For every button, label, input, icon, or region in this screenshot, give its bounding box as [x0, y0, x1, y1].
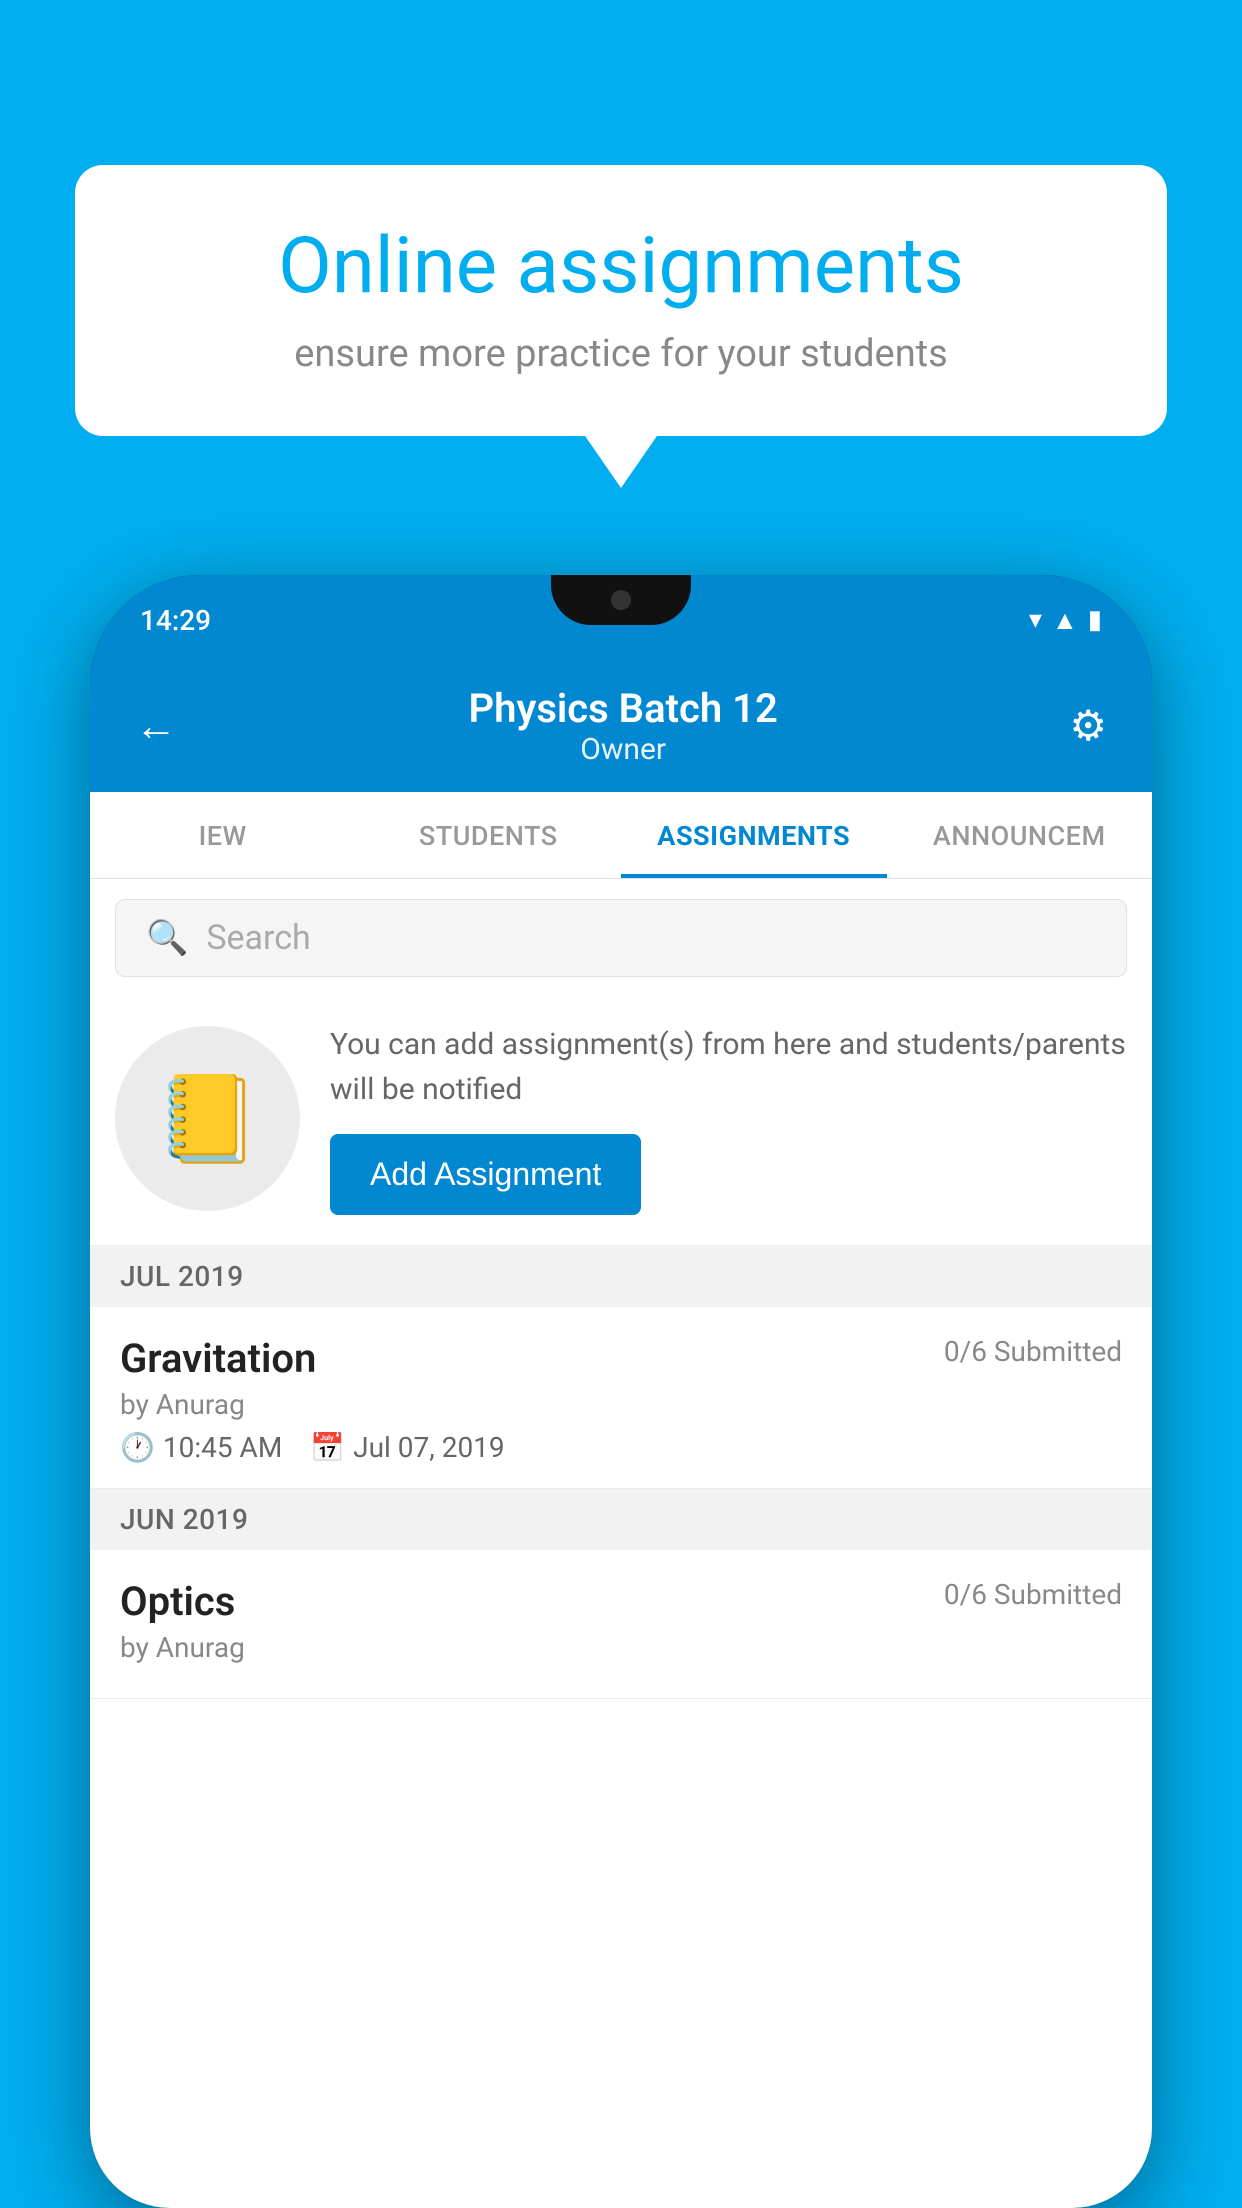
- time-group: 🕐 10:45 AM: [120, 1431, 282, 1464]
- bubble-subtitle: ensure more practice for your students: [140, 332, 1102, 376]
- signal-icon: ▲: [1052, 605, 1078, 636]
- assignment-date-gravitation: Jul 07, 2019: [353, 1431, 505, 1464]
- assignment-item-gravitation[interactable]: Gravitation 0/6 Submitted by Anurag 🕐 10…: [90, 1307, 1152, 1489]
- settings-icon[interactable]: ⚙: [1069, 701, 1107, 751]
- assignment-submitted-gravitation: 0/6 Submitted: [944, 1335, 1122, 1368]
- assignment-item-optics[interactable]: Optics 0/6 Submitted by Anurag: [90, 1550, 1152, 1699]
- assignment-meta-gravitation: 🕐 10:45 AM 📅 Jul 07, 2019: [120, 1431, 1122, 1464]
- calendar-icon: 📅: [310, 1431, 345, 1464]
- bubble-title: Online assignments: [140, 220, 1102, 314]
- search-bar[interactable]: 🔍 Search: [115, 899, 1127, 977]
- back-button[interactable]: ←: [135, 702, 177, 751]
- battery-icon: ▮: [1088, 605, 1102, 635]
- assignment-time-gravitation: 10:45 AM: [163, 1431, 282, 1464]
- assignment-row1-optics: Optics 0/6 Submitted: [120, 1578, 1122, 1625]
- batch-title: Physics Batch 12: [469, 685, 778, 732]
- app-content: 🔍 Search 📒 You can add assignment(s) fro…: [90, 879, 1152, 2208]
- assignment-row1: Gravitation 0/6 Submitted: [120, 1335, 1122, 1382]
- section-header-jun: JUN 2019: [90, 1489, 1152, 1550]
- assignment-icon-circle: 📒: [115, 1026, 300, 1211]
- status-time: 14:29: [140, 604, 211, 637]
- assignment-author-gravitation: by Anurag: [120, 1388, 1122, 1421]
- camera-dot: [611, 590, 631, 610]
- add-assignment-right: You can add assignment(s) from here and …: [330, 1022, 1127, 1215]
- wifi-icon: ▾: [1029, 605, 1042, 635]
- assignment-submitted-optics: 0/6 Submitted: [944, 1578, 1122, 1611]
- add-assignment-description: You can add assignment(s) from here and …: [330, 1022, 1127, 1112]
- assignment-title-optics: Optics: [120, 1578, 235, 1625]
- tab-students[interactable]: STUDENTS: [356, 792, 622, 878]
- header-center: Physics Batch 12 Owner: [469, 685, 778, 767]
- status-icons: ▾ ▲ ▮: [1029, 605, 1102, 636]
- date-group: 📅 Jul 07, 2019: [310, 1431, 504, 1464]
- search-bar-wrap: 🔍 Search: [90, 879, 1152, 992]
- batch-owner-label: Owner: [469, 732, 778, 767]
- notebook-icon: 📒: [155, 1069, 261, 1169]
- clock-icon: 🕐: [120, 1431, 155, 1464]
- app-header: ← Physics Batch 12 Owner ⚙: [90, 665, 1152, 792]
- section-header-jul: JUL 2019: [90, 1246, 1152, 1307]
- add-assignment-button[interactable]: Add Assignment: [330, 1134, 641, 1215]
- phone-frame: 14:29 ▾ ▲ ▮ ← Physics Batch 12 Owner ⚙ I…: [90, 575, 1152, 2208]
- tab-iew[interactable]: IEW: [90, 792, 356, 878]
- tabs-bar: IEW STUDENTS ASSIGNMENTS ANNOUNCEM: [90, 792, 1152, 879]
- search-icon: 🔍: [146, 918, 188, 958]
- add-assignment-section: 📒 You can add assignment(s) from here an…: [90, 992, 1152, 1246]
- tab-announcements[interactable]: ANNOUNCEM: [887, 792, 1153, 878]
- phone-notch: [551, 575, 691, 625]
- assignment-title-gravitation: Gravitation: [120, 1335, 316, 1382]
- tab-assignments[interactable]: ASSIGNMENTS: [621, 792, 887, 878]
- assignment-author-optics: by Anurag: [120, 1631, 1122, 1664]
- speech-bubble-card: Online assignments ensure more practice …: [75, 165, 1167, 436]
- status-bar: 14:29 ▾ ▲ ▮: [90, 575, 1152, 665]
- search-placeholder: Search: [206, 918, 310, 958]
